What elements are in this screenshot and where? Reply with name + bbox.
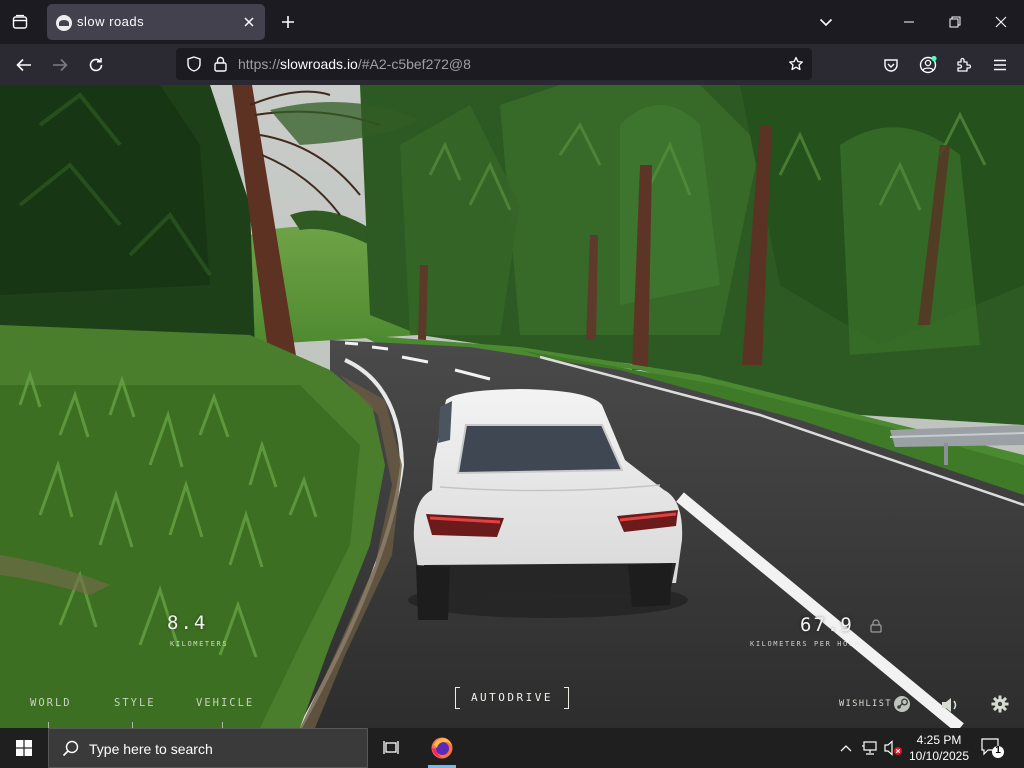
notification-count: 1 — [995, 745, 1001, 756]
slow-roads-favicon-icon — [56, 15, 72, 31]
steam-icon[interactable] — [892, 694, 912, 714]
taskbar-search-box[interactable]: Type here to search — [48, 728, 368, 768]
search-icon — [62, 740, 79, 757]
minimize-icon[interactable] — [886, 0, 932, 44]
tab-title: slow roads — [77, 14, 145, 29]
search-placeholder: Type here to search — [89, 741, 213, 757]
tab-bar: slow roads — [0, 0, 1024, 44]
firefox-icon[interactable] — [418, 728, 466, 768]
windows-taskbar: Type here to search 4:25 PM 10/10/2025 1 — [0, 728, 1024, 768]
url-text[interactable]: https://slowroads.io/#A2-c5bef272@8 — [238, 56, 471, 72]
network-icon[interactable] — [860, 738, 880, 758]
distance-value: 8.4 — [167, 612, 208, 634]
task-view-icon[interactable] — [368, 728, 416, 768]
windows-logo-icon[interactable] — [0, 728, 48, 768]
speed-unit: KILOMETERS PER HOUR — [750, 640, 861, 648]
gear-icon[interactable] — [990, 694, 1010, 714]
extensions-puzzle-icon[interactable] — [950, 51, 978, 79]
menu-style[interactable]: STYLE — [114, 697, 156, 709]
bookmark-star-icon[interactable] — [786, 54, 806, 74]
volume-muted-icon[interactable] — [884, 738, 904, 758]
chevron-up-icon[interactable] — [836, 738, 856, 758]
browser-tab[interactable]: slow roads — [47, 4, 265, 40]
tracking-shield-icon[interactable] — [184, 54, 204, 74]
game-canvas[interactable]: 8.4 KILOMETERS 67.9 KILOMETERS PER HOUR … — [0, 85, 1024, 728]
reload-icon[interactable] — [82, 51, 110, 79]
pocket-icon[interactable] — [877, 51, 905, 79]
autodrive-button[interactable]: AUTODRIVE — [455, 687, 569, 709]
speaker-icon[interactable] — [940, 695, 960, 715]
url-path: /#A2-c5bef272@8 — [357, 56, 471, 72]
speed-value: 67.9 — [800, 614, 854, 636]
restore-icon[interactable] — [932, 0, 978, 44]
close-window-icon[interactable] — [978, 0, 1024, 44]
forward-arrow-icon[interactable] — [46, 51, 74, 79]
tabs-overview-icon[interactable] — [6, 8, 34, 36]
url-host: slowroads.io — [280, 56, 358, 72]
notification-center-icon[interactable]: 1 — [980, 736, 1006, 760]
distance-unit: KILOMETERS — [170, 640, 229, 648]
url-scheme: https:// — [238, 56, 281, 72]
back-arrow-icon[interactable] — [10, 51, 38, 79]
account-icon[interactable] — [914, 51, 942, 79]
autodrive-label: AUTODRIVE — [470, 691, 554, 704]
hamburger-menu-icon[interactable] — [986, 51, 1014, 79]
clock-date: 10/10/2025 — [908, 749, 970, 763]
clock-time: 4:25 PM — [916, 733, 962, 747]
chevron-down-icon[interactable] — [814, 10, 838, 34]
navigation-toolbar: https://slowroads.io/#A2-c5bef272@8 — [0, 44, 1024, 85]
lock-icon[interactable] — [210, 54, 230, 74]
close-tab-icon[interactable] — [239, 12, 259, 32]
new-tab-icon[interactable] — [276, 10, 300, 34]
address-bar[interactable]: https://slowroads.io/#A2-c5bef272@8 — [176, 48, 812, 80]
wishlist-link[interactable]: WISHLIST — [839, 699, 892, 709]
taskbar-clock[interactable]: 4:25 PM 10/10/2025 — [904, 732, 974, 764]
cruise-lock-icon[interactable] — [870, 619, 882, 633]
menu-world[interactable]: WORLD — [30, 697, 72, 709]
menu-vehicle[interactable]: VEHICLE — [196, 697, 254, 709]
